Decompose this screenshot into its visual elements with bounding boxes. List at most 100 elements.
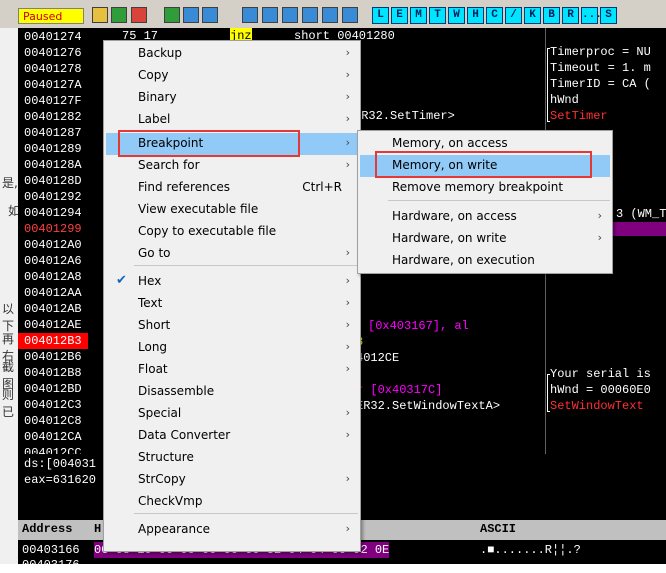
menu-item-special[interactable]: Special › xyxy=(106,403,358,425)
submenu-item-remove-memory-breakpoint[interactable]: Remove memory breakpoint xyxy=(360,177,610,199)
submenu-item-hardware-on-execution[interactable]: Hardware, on execution xyxy=(360,250,610,272)
menu-item-label: Float xyxy=(138,362,168,376)
step-icon[interactable] xyxy=(202,7,218,23)
menu-item-copy-to-executable-file[interactable]: Copy to executable file xyxy=(106,221,358,243)
menu-item-long[interactable]: Long › xyxy=(106,337,358,359)
edge-text: 则已 xyxy=(2,388,15,419)
menu-item-checkvmp[interactable]: CheckVmp xyxy=(106,491,358,513)
step-over-icon[interactable] xyxy=(262,7,278,23)
chevron-right-icon: › xyxy=(345,362,350,375)
submenu-item-label: Memory, on access xyxy=(392,136,508,150)
menu-item-text[interactable]: Text › xyxy=(106,293,358,315)
code-operand: [0x403167], al xyxy=(368,319,469,333)
toolbar-letter-button[interactable]: E xyxy=(391,7,408,24)
edge-text: 是, xyxy=(2,176,18,190)
toolbar-letter-button[interactable]: K xyxy=(524,7,541,24)
column-header-ascii[interactable]: ASCII xyxy=(480,522,516,536)
toolbar-letter-button[interactable]: T xyxy=(429,7,446,24)
chevron-right-icon: › xyxy=(345,246,350,259)
menu-item-backup[interactable]: Backup › xyxy=(106,43,358,65)
toolbar-letter-button[interactable]: L xyxy=(372,7,389,24)
menu-item-appearance[interactable]: Appearance › xyxy=(106,519,358,541)
toolbar-letter-button[interactable]: B xyxy=(543,7,560,24)
menu-item-label: Short xyxy=(138,318,171,332)
address-cell: 00401276 xyxy=(24,46,82,60)
chevron-right-icon: › xyxy=(345,158,350,171)
menu-item-label: Data Converter xyxy=(138,428,231,442)
menu-item-go-to[interactable]: Go to › xyxy=(106,243,358,265)
menu-item-label: Structure xyxy=(138,450,194,464)
toolbar-letter-button[interactable]: ... xyxy=(581,7,602,24)
toolbar-letter-button[interactable]: M xyxy=(410,7,427,24)
address-cell: 004012A8 xyxy=(24,270,82,284)
code-operand: r [0x40317C] xyxy=(356,383,443,397)
chevron-right-icon: › xyxy=(345,428,350,441)
menu-item-label: Search for xyxy=(138,158,200,172)
menu-item-label: Text xyxy=(138,296,163,310)
address-cell: 004012AA xyxy=(24,286,82,300)
toolbar-letter-button[interactable]: H xyxy=(467,7,484,24)
address-cell: 004012BD xyxy=(24,382,82,396)
submenu-item-label: Hardware, on access xyxy=(392,209,517,223)
chevron-right-icon: › xyxy=(345,296,350,309)
address-cell: 0040127A xyxy=(24,78,82,92)
menu-item-label: Appearance xyxy=(138,522,211,536)
submenu-item-label: Hardware, on execution xyxy=(392,253,535,267)
menu-item-strcopy[interactable]: StrCopy › xyxy=(106,469,358,491)
address-cell: 00401289 xyxy=(24,142,82,156)
address-cell: 00401278 xyxy=(24,62,82,76)
submenu-item-hardware-on-access[interactable]: Hardware, on access › xyxy=(360,206,610,228)
chevron-right-icon: › xyxy=(345,136,350,149)
menu-item-hex[interactable]: ✔ Hex › xyxy=(106,271,358,293)
menu-item-label: View executable file xyxy=(138,202,259,216)
menu-item-structure[interactable]: Structure xyxy=(106,447,358,469)
menu-item-disassemble[interactable]: Disassemble xyxy=(106,381,358,403)
close-icon[interactable] xyxy=(131,7,147,23)
toolbar-letter-button[interactable]: / xyxy=(505,7,522,24)
toolbar-letter-button[interactable]: W xyxy=(448,7,465,24)
open-icon[interactable] xyxy=(92,7,108,23)
trace-into-icon[interactable] xyxy=(282,7,298,23)
edge-text: 以下 xyxy=(2,302,15,333)
menu-item-label[interactable]: Label › xyxy=(106,109,358,131)
menu-item-binary[interactable]: Binary › xyxy=(106,87,358,109)
address-cell: 004012CA xyxy=(24,430,82,444)
menu-item-find-references[interactable]: Find references Ctrl+R xyxy=(106,177,358,199)
run-icon[interactable] xyxy=(164,7,180,23)
info-line: ds:[004031 xyxy=(24,457,97,471)
execute-till-return-icon[interactable] xyxy=(322,7,338,23)
chevron-right-icon: › xyxy=(345,68,350,81)
menu-item-label: Binary xyxy=(138,90,177,104)
chevron-right-icon: › xyxy=(345,406,350,419)
step-into-icon[interactable] xyxy=(242,7,258,23)
pause-icon[interactable] xyxy=(183,7,199,23)
menu-item-view-executable-file[interactable]: View executable file xyxy=(106,199,358,221)
toolbar-letter-button[interactable]: C xyxy=(486,7,503,24)
menu-item-copy[interactable]: Copy › xyxy=(106,65,358,87)
chevron-right-icon: › xyxy=(345,90,350,103)
menu-item-label: Copy xyxy=(138,68,169,82)
rewind-icon[interactable] xyxy=(111,7,127,23)
chevron-right-icon: › xyxy=(345,318,350,331)
address-cell: 004012A0 xyxy=(24,238,82,252)
context-menu: Backup › Copy › Binary › Label › Breakpoint › Sear… xyxy=(103,40,361,552)
menu-item-short[interactable]: Short › xyxy=(106,315,358,337)
menu-separator xyxy=(134,265,358,266)
address-cell: 004012A6 xyxy=(24,254,82,268)
address-cell: 00401292 xyxy=(24,190,82,204)
menu-item-float[interactable]: Float › xyxy=(106,359,358,381)
address-cell: 004012CC xyxy=(24,446,82,454)
menu-item-search-for[interactable]: Search for › xyxy=(106,155,358,177)
info-line: eax=631620 xyxy=(24,473,97,487)
toolbar-letter-button[interactable]: R xyxy=(562,7,579,24)
toolbar-letter-button[interactable]: S xyxy=(600,7,617,24)
address-cell: 00401287 xyxy=(24,126,82,140)
column-header-hex[interactable]: H xyxy=(94,522,101,536)
menu-item-data-converter[interactable]: Data Converter › xyxy=(106,425,358,447)
address-cell: 0040128D xyxy=(24,174,82,188)
menu-item-shortcut: Ctrl+R xyxy=(302,180,342,194)
go-to-icon[interactable] xyxy=(342,7,358,23)
column-header-address[interactable]: Address xyxy=(22,522,72,536)
trace-over-icon[interactable] xyxy=(302,7,318,23)
submenu-item-hardware-on-write[interactable]: Hardware, on write › xyxy=(360,228,610,250)
